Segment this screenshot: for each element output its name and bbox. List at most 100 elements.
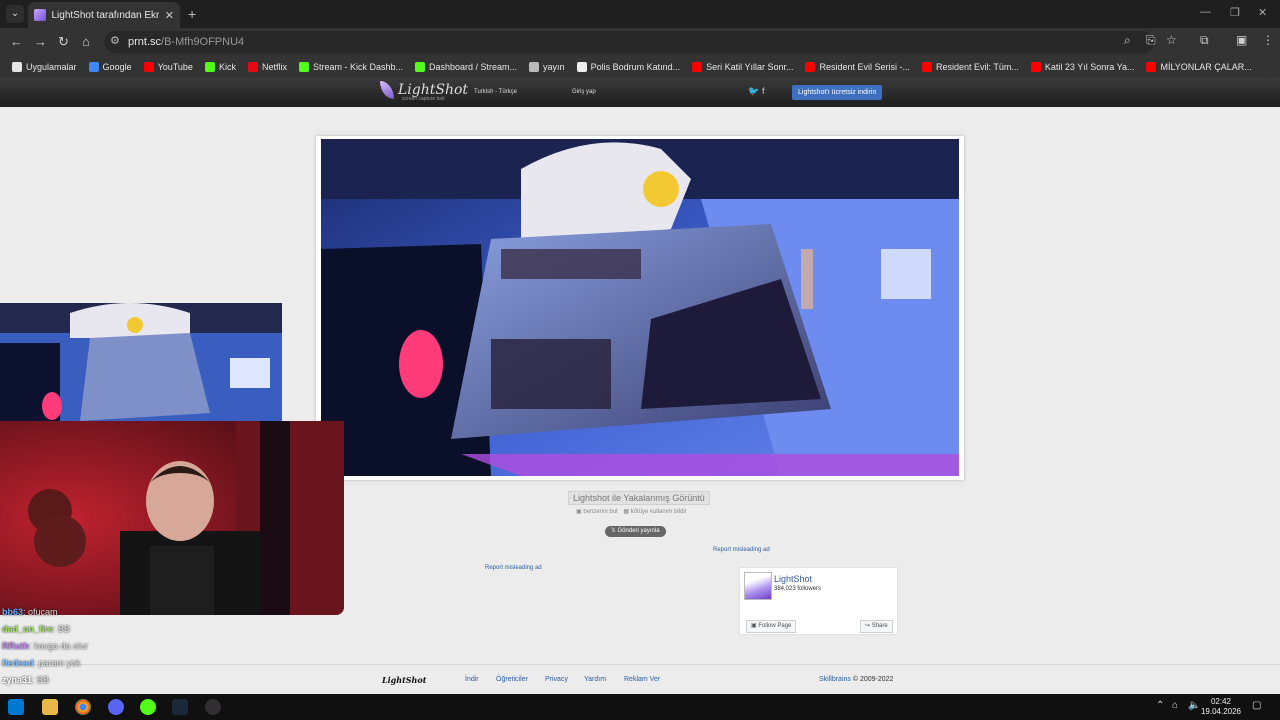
- footer-link-advertise[interactable]: Reklam Ver: [624, 676, 660, 683]
- clock[interactable]: 02:42 19.04.2026: [1200, 697, 1242, 717]
- bookmark-item[interactable]: Uygulamalar: [6, 62, 83, 72]
- home-icon[interactable]: ⌂: [82, 34, 90, 49]
- volume-icon[interactable]: 🔈: [1188, 700, 1200, 711]
- fb-page-name[interactable]: LightShot: [774, 574, 812, 584]
- footer-link-privacy[interactable]: Privacy: [545, 676, 568, 683]
- bookmark-item[interactable]: Seri Katil Yıllar Sonr...: [686, 62, 799, 72]
- bookmark-item[interactable]: Resident Evil: Tüm...: [916, 62, 1025, 72]
- network-icon[interactable]: ⌂: [1172, 700, 1178, 711]
- skillbrains-link[interactable]: Skillbrains: [819, 676, 851, 683]
- bookmark-item[interactable]: Netflix: [242, 62, 293, 72]
- extensions-icon[interactable]: ⧉: [1200, 33, 1209, 48]
- close-icon[interactable]: ✕: [165, 9, 174, 22]
- bookmark-icon: [805, 62, 816, 72]
- window-close-icon[interactable]: ✕: [1258, 6, 1267, 19]
- bookmark-item[interactable]: yayın: [523, 62, 571, 72]
- bookmark-item[interactable]: Kick: [199, 62, 242, 72]
- windows-start-icon[interactable]: [8, 699, 24, 715]
- bookmark-label: Kick: [218, 62, 236, 72]
- bookmark-item[interactable]: Polis Bodrum Katınd...: [571, 62, 687, 72]
- bookmark-icon: [247, 62, 258, 72]
- url-text: prnt.sc/B-Mfh9OFPNU4: [128, 36, 245, 48]
- screenshot-image[interactable]: [321, 139, 959, 476]
- file-explorer-icon[interactable]: [42, 699, 58, 715]
- bookmark-label: Netflix: [261, 62, 287, 72]
- bookmark-label: MİLYONLAR ÇALAR...: [1160, 62, 1252, 72]
- bookmark-item[interactable]: Stream - Kick Dashb...: [293, 62, 409, 72]
- bookmark-label: Google: [102, 62, 132, 72]
- steam-icon[interactable]: [172, 699, 188, 715]
- face-camera-overlay: [0, 421, 344, 615]
- login-link[interactable]: Giriş yap: [572, 89, 596, 95]
- lightshot-page-avatar[interactable]: [744, 572, 772, 600]
- chat-text: : kavga da olur: [29, 641, 89, 651]
- bookmark-item[interactable]: YouTube: [138, 62, 199, 72]
- bookmark-icon: [415, 62, 425, 72]
- chat-username: fledead: [2, 658, 34, 668]
- report-abuse-link[interactable]: ▦ kötüye kullanım bildir: [623, 508, 686, 515]
- tab-title: LightShot tarafından Ekran Görü: [51, 9, 159, 21]
- footer-link-tutorials[interactable]: Öğreticiler: [496, 676, 528, 683]
- find-similar-link[interactable]: ▣ benzerini bul: [576, 508, 617, 515]
- twitter-icon[interactable]: 🐦: [748, 86, 759, 97]
- taskbar: ⌃ ⌂ 🔈 02:42 19.04.2026 ▢: [0, 694, 1280, 720]
- zoom-icon[interactable]: ⌕: [1124, 33, 1131, 48]
- minimize-icon[interactable]: —: [1200, 6, 1211, 18]
- copyright: Skillbrains © 2009-2022: [819, 676, 894, 683]
- facebook-icon[interactable]: f: [762, 86, 765, 96]
- footer-link-help[interactable]: Yardım: [584, 676, 606, 683]
- bookmark-item[interactable]: MİLYONLAR ÇALAR...: [1140, 62, 1257, 72]
- address-bar: ← → ↻ ⌂ ⚙ prnt.sc/B-Mfh9OFPNU4 ⌕ ⎘ ☆ ⧉ ▣…: [0, 28, 1280, 56]
- report-ad-link-left[interactable]: Report misleading ad: [485, 565, 542, 571]
- footer-link-download[interactable]: İndir: [465, 676, 479, 683]
- stream-chat: bb63: ofucam dad_on_fire: BB RRuth: kavga …: [2, 604, 342, 689]
- menu-icon[interactable]: ⋮: [1262, 33, 1274, 47]
- bookmark-label: Resident Evil: Tüm...: [936, 62, 1019, 72]
- chat-username: bb63: [2, 607, 24, 617]
- bookmark-icon: [143, 62, 154, 72]
- discord-icon[interactable]: [108, 699, 124, 715]
- tray-chevron-icon[interactable]: ⌃: [1156, 700, 1164, 711]
- footer-logo[interactable]: LightShot: [382, 675, 426, 685]
- bookmark-item[interactable]: Resident Evil Serisi -...: [799, 62, 916, 72]
- restore-icon[interactable]: ❐: [1230, 6, 1240, 19]
- chat-text: : ofucam: [23, 607, 58, 617]
- tab-search-icon[interactable]: ⌄: [6, 5, 24, 23]
- screenshot-frame: [316, 136, 964, 480]
- follow-page-button[interactable]: ▣ Follow Page: [746, 620, 797, 633]
- chat-message: bb63: ofucam: [2, 604, 342, 621]
- bookmark-item[interactable]: Katil 23 Yıl Sonra Ya...: [1025, 62, 1141, 72]
- bookmark-item[interactable]: Google: [83, 62, 138, 72]
- chat-username: RRuth: [2, 641, 29, 651]
- language-select[interactable]: Turkish - Türkçe: [474, 89, 517, 95]
- bookmark-icon: [576, 62, 587, 72]
- download-button[interactable]: Lightshot'ı ücretsiz indirin: [792, 85, 883, 100]
- notifications-icon[interactable]: ▢: [1252, 700, 1261, 711]
- obs-icon[interactable]: [205, 699, 221, 715]
- chat-text: : param yok: [33, 658, 81, 668]
- reload-icon[interactable]: ↻: [58, 34, 69, 50]
- site-info-icon[interactable]: ⚙: [110, 34, 120, 47]
- report-ad-link-right[interactable]: Report misleading ad: [713, 547, 770, 553]
- star-icon[interactable]: ☆: [1166, 33, 1177, 47]
- forward-icon[interactable]: →: [34, 34, 47, 49]
- new-tab-icon[interactable]: +: [188, 6, 196, 22]
- bookmark-label: Seri Katil Yıllar Sonr...: [706, 62, 794, 72]
- profile-icon[interactable]: ▣: [1236, 33, 1247, 47]
- tab-active[interactable]: LightShot tarafından Ekran Görü ✕: [28, 2, 180, 28]
- chrome-icon[interactable]: [75, 699, 91, 715]
- back-icon[interactable]: ←: [10, 34, 23, 49]
- bookmark-label: Resident Evil Serisi -...: [819, 62, 911, 72]
- share-button[interactable]: ↪ Share: [860, 620, 893, 633]
- bookmark-icon: [692, 62, 703, 72]
- url-input[interactable]: ⚙ prnt.sc/B-Mfh9OFPNU4: [104, 31, 1154, 53]
- screenshot-actions: ▣ benzerini bul ▦ kötüye kullanım bildir: [576, 508, 687, 515]
- bookmark-icon: [88, 62, 99, 72]
- bookmark-icon: [1146, 62, 1157, 72]
- bookmark-label: Polis Bodrum Katınd...: [590, 62, 681, 72]
- kick-icon[interactable]: [140, 699, 156, 715]
- tweet-button[interactable]: 𝕏 Gönderi yayınla: [605, 526, 666, 537]
- bookmark-item[interactable]: Dashboard / Stream...: [409, 62, 523, 72]
- facebook-widget: LightShot 384,023 followers ▣ Follow Pag…: [739, 567, 898, 635]
- install-icon[interactable]: ⎘: [1146, 33, 1156, 48]
